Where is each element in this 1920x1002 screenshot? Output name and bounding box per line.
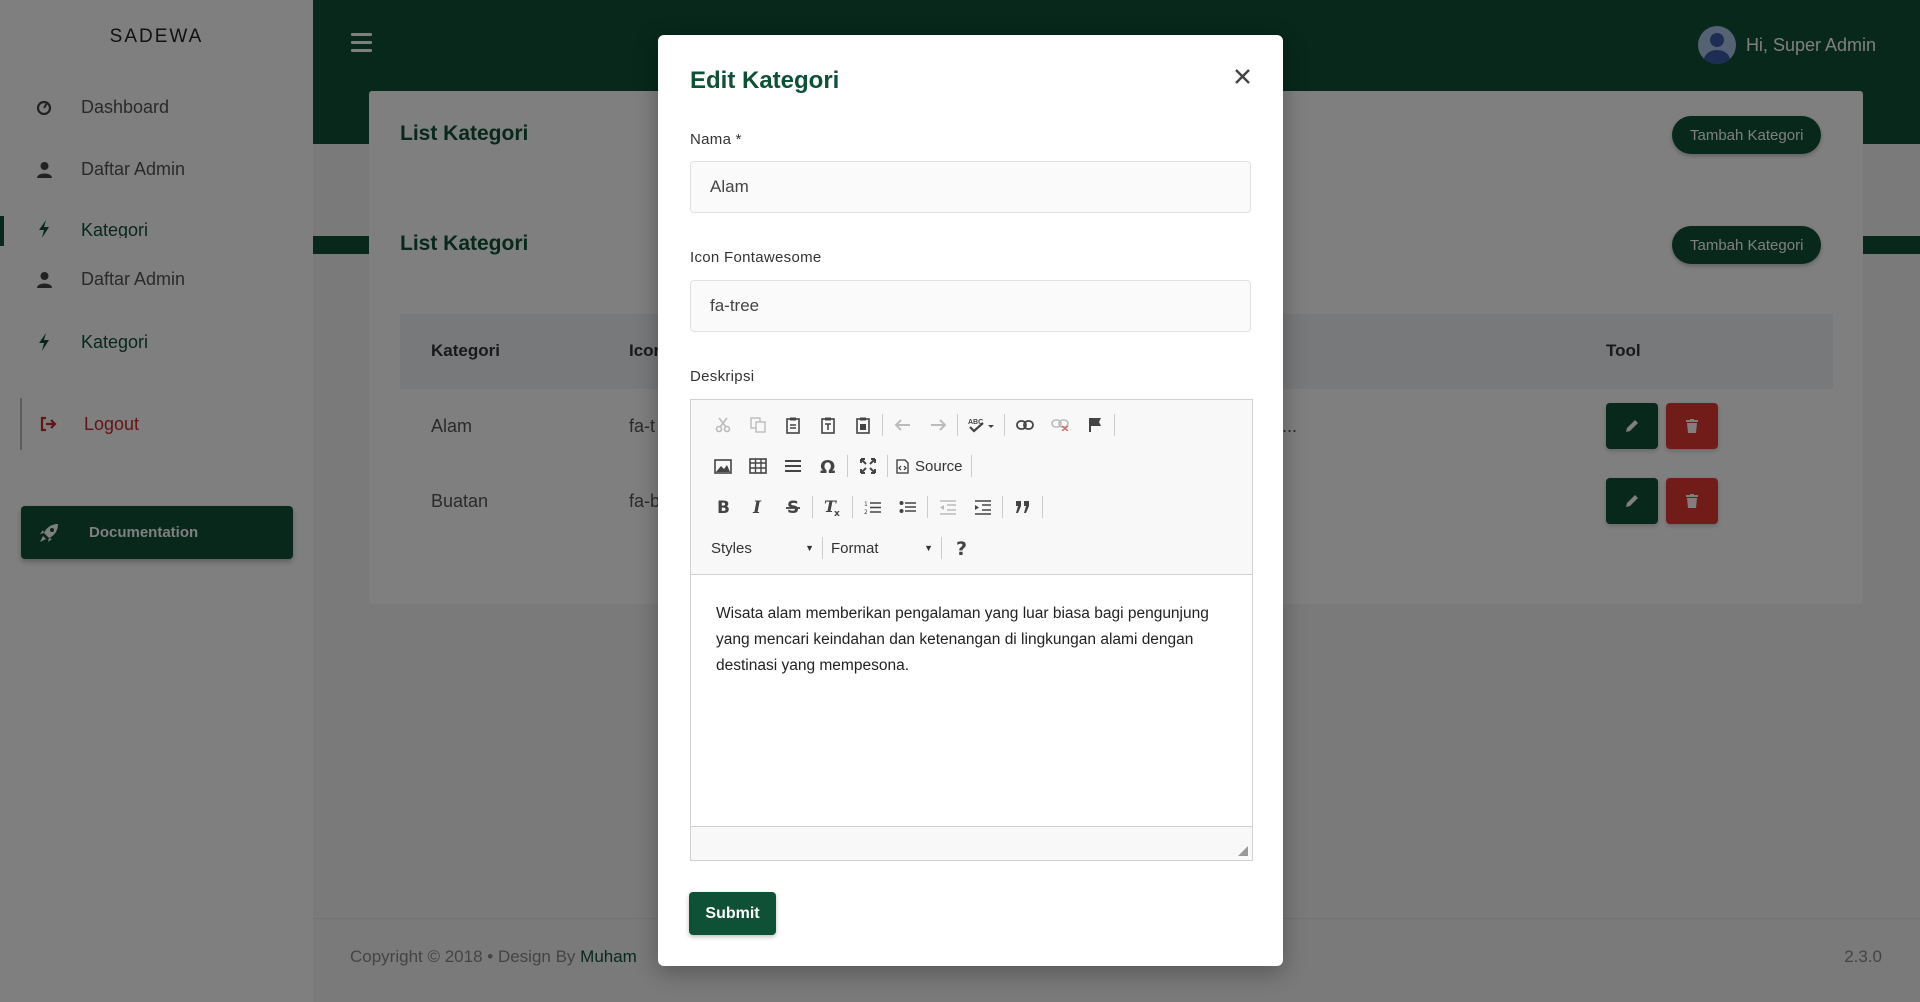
editor-toolbar: ABC Ω Source B I S T x 1 2 Styles ▼ Form… [691, 400, 1252, 575]
italic-icon[interactable]: I [740, 492, 775, 522]
paste-word-icon[interactable] [845, 410, 880, 440]
blockquote-icon[interactable] [1005, 492, 1040, 522]
image-icon[interactable] [705, 451, 740, 481]
remove-format-icon[interactable]: Tx [815, 492, 850, 522]
outdent-icon[interactable] [930, 492, 965, 522]
svg-text:1: 1 [864, 501, 868, 508]
svg-text:Ω: Ω [820, 458, 835, 475]
nama-label: Nama * [690, 131, 742, 148]
rich-text-editor: ABC Ω Source B I S T x 1 2 Styles ▼ Form… [690, 399, 1253, 861]
svg-text:?: ? [956, 539, 967, 557]
help-icon[interactable]: ? [944, 533, 979, 563]
strikethrough-icon[interactable]: S [775, 492, 810, 522]
paste-icon[interactable] [775, 410, 810, 440]
bulleted-list-icon[interactable] [890, 492, 925, 522]
submit-button[interactable]: Submit [689, 892, 776, 935]
undo-icon[interactable] [885, 410, 920, 440]
chevron-down-icon: ▼ [924, 543, 933, 553]
format-label: Format [831, 539, 879, 557]
unlink-icon[interactable] [1042, 410, 1077, 440]
nama-input[interactable]: Alam [690, 161, 1251, 213]
styles-dropdown[interactable]: Styles ▼ [705, 533, 820, 563]
spellcheck-icon[interactable]: ABC [960, 410, 1002, 440]
source-icon [896, 458, 909, 474]
editor-content[interactable]: Wisata alam memberikan pengalaman yang l… [691, 575, 1252, 827]
anchor-flag-icon[interactable] [1077, 410, 1112, 440]
svg-text:S: S [787, 499, 799, 515]
modal-title: Edit Kategori [690, 67, 840, 94]
redo-icon[interactable] [920, 410, 955, 440]
indent-icon[interactable] [965, 492, 1000, 522]
cut-icon[interactable] [705, 410, 740, 440]
editor-statusbar [691, 826, 1252, 860]
svg-text:2: 2 [864, 509, 868, 515]
format-dropdown[interactable]: Format ▼ [825, 533, 939, 563]
special-char-icon[interactable]: Ω [810, 451, 845, 481]
styles-label: Styles [711, 539, 752, 557]
horizontal-line-icon[interactable] [775, 451, 810, 481]
svg-text:x: x [834, 509, 840, 516]
chevron-down-icon: ▼ [805, 543, 814, 553]
edit-category-modal: Edit Kategori Nama * Alam Icon Fontaweso… [658, 35, 1283, 966]
source-button[interactable]: Source [890, 451, 969, 481]
paste-text-icon[interactable] [810, 410, 845, 440]
copy-icon[interactable] [740, 410, 775, 440]
svg-text:B: B [717, 499, 730, 515]
deskripsi-label: Deskripsi [690, 368, 755, 385]
source-label: Source [915, 457, 963, 475]
bold-icon[interactable]: B [705, 492, 740, 522]
resize-handle-icon[interactable] [1238, 846, 1248, 856]
svg-text:I: I [752, 499, 762, 515]
link-icon[interactable] [1007, 410, 1042, 440]
table-icon[interactable] [740, 451, 775, 481]
icon-input[interactable]: fa-tree [690, 280, 1251, 332]
icon-label: Icon Fontawesome [690, 249, 822, 266]
numbered-list-icon[interactable]: 12 [855, 492, 890, 522]
close-icon[interactable] [1231, 65, 1253, 87]
maximize-icon[interactable] [850, 451, 885, 481]
